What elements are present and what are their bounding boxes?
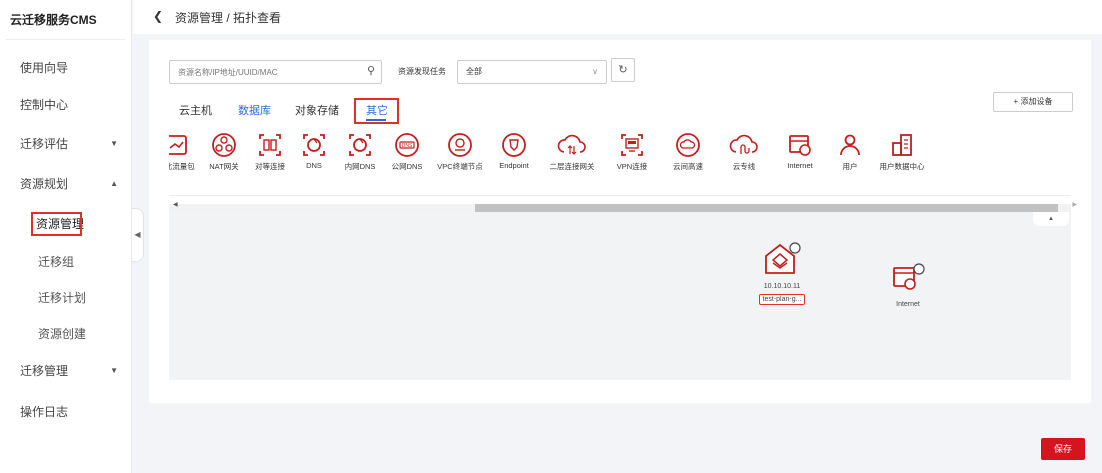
internet-icon [893,263,925,290]
sidebar-item-migration-plan[interactable]: 迁移计划 [0,282,132,314]
chevron-down-icon: ▼ [110,139,118,148]
sidebar-item-operation-log[interactable]: 操作日志 [0,396,132,428]
palette-item-l2-gateway[interactable]: 二层连接网关 [543,132,601,172]
palette-item-vpc-endpoint[interactable]: VPC终端节点 [431,132,489,172]
vpc-endpoint-icon [448,133,472,157]
scrollbar-thumb[interactable] [475,204,1058,212]
resource-node-icon [765,242,801,274]
highlight-box [354,98,399,124]
sidebar-item-migration-management[interactable]: 迁移管理 ▼ [0,355,132,387]
save-button[interactable]: 保存 [1041,438,1085,460]
discovery-task-select[interactable]: 全部 ∨ [457,60,607,84]
palette-item-endpoint[interactable]: Endpoint [485,132,543,170]
chevron-left-icon: ◀ [134,230,141,239]
scroll-left-icon[interactable]: ◀ [173,201,178,208]
discovery-task-label: 资源发现任务 [398,67,446,76]
public-dns-icon: DNS [395,133,419,157]
back-icon[interactable]: ❮ [153,9,163,23]
scroll-right-icon[interactable]: ▶ [1072,201,1077,208]
sidebar-item-label: 操作日志 [20,405,69,419]
search-input[interactable] [170,61,360,83]
user-datacenter-icon [892,134,912,156]
vpn-icon [621,134,643,156]
refresh-button[interactable]: ↻ [611,58,635,82]
brand-title: 云迁移服务CMS [6,0,125,40]
breadcrumb: 资源管理 / 拓扑查看 [175,11,282,25]
sidebar-item-control-center[interactable]: 控制中心 [0,89,132,121]
l2-gateway-icon [557,134,586,155]
sidebar-item-label: 控制中心 [20,98,69,112]
node-name: test-plan-g... [758,294,806,305]
sidebar-item-label: 迁移组 [38,255,75,269]
sidebar-item-resource-creation[interactable]: 资源创建 [0,318,132,350]
sidebar-item-guide[interactable]: 使用向导 [0,52,132,84]
sidebar-item-label: 迁移管理 [20,364,69,378]
sidebar-item-migration-assessment[interactable]: 迁移评估 ▼ [0,128,132,160]
sidebar-item-label: 资源创建 [38,327,87,341]
user-icon [840,134,860,156]
node-name: Internet [896,301,920,308]
private-dns-icon [349,134,371,156]
svg-text:DNS: DNS [402,143,413,149]
chevron-down-icon: ▼ [110,366,118,375]
add-device-button[interactable]: + 添加设备 [993,92,1073,112]
node-ip: 10.10.10.11 [763,283,801,290]
sidebar-item-label: 迁移计划 [38,291,87,305]
internet-icon [789,135,811,156]
flow-package-icon [169,135,187,155]
chevron-down-icon: ∨ [592,67,598,76]
discovery-task-value: 全部 [466,67,482,76]
search-box: ⚲ [169,60,382,84]
palette-item-cloud-connect[interactable]: 云间高速 [659,132,717,172]
horizontal-scrollbar[interactable]: ◀ ▶ [169,201,1077,212]
sidebar-item-label: 资源规划 [20,177,69,191]
device-palette: 南北流量包 NAT网关 对等连接 DNS 内网DNS DNS 公网DNS [169,124,1071,196]
dns-icon [303,134,325,156]
palette-item-user[interactable]: 用户 [821,132,879,172]
resource-node[interactable]: 10.10.10.11 test-plan-g... [747,242,817,305]
topology-canvas[interactable]: ▲ 10.10.10.11 test-plan-g... Internet [169,212,1071,380]
search-icon[interactable]: ⚲ [367,64,375,77]
nat-gateway-icon [212,133,236,157]
direct-connect-icon [729,134,758,154]
scroll-up-icon[interactable]: ▲ [1033,212,1069,226]
topbar: ❮ 资源管理 / 拓扑查看 [133,0,1102,34]
endpoint-icon [502,133,526,157]
tab-object-storage[interactable]: 对象存储 [295,102,339,118]
palette-item-public-dns[interactable]: DNS 公网DNS [378,132,436,172]
refresh-icon: ↻ [618,64,628,76]
sidebar-item-label: 迁移评估 [20,137,69,151]
app-root: 云迁移服务CMS 使用向导 控制中心 迁移评估 ▼ 资源规划 ▲ 资源管理 迁移组 … [0,0,1102,473]
internet-node[interactable]: Internet [883,262,933,308]
sidebar: 云迁移服务CMS 使用向导 控制中心 迁移评估 ▼ 资源规划 ▲ 资源管理 迁移组 … [0,0,132,473]
tab-database[interactable]: 数据库 [238,102,271,118]
highlight-box [31,212,82,236]
topology-card: ⚲ 资源发现任务 全部 ∨ ↻ 云主机 数据库 对象存储 其它 + 添加设备 南… [149,40,1091,403]
palette-item-direct-connect[interactable]: 云专线 [715,132,773,172]
sidebar-item-resource-planning[interactable]: 资源规划 ▲ [0,168,132,200]
chevron-up-icon: ▲ [110,179,118,188]
sidebar-item-migration-group[interactable]: 迁移组 [0,246,132,278]
palette-item-user-datacenter[interactable]: 用户数据中心 [873,132,931,172]
palette-item-vpn[interactable]: VPN连接 [603,132,661,172]
cloud-connect-icon [676,133,700,157]
collapse-sidebar-handle[interactable]: ◀ [132,208,144,262]
peering-icon [259,134,281,156]
sidebar-item-label: 使用向导 [20,61,69,75]
tab-cloud-host[interactable]: 云主机 [179,102,212,118]
